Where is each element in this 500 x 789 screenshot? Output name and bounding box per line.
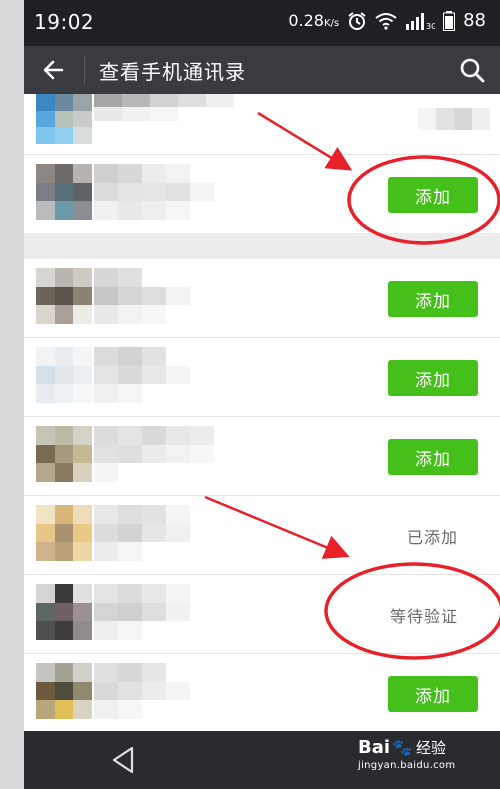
network-speed-value: 0.28 [288,11,324,30]
network-speed: 0.28K/s [288,11,339,30]
status-bar: 19:02 0.28K/s 3G 88 [24,0,500,46]
status-icons: 0.28K/s 3G 88 [288,10,486,31]
contact-name-blurred [94,663,214,719]
added-status: 已添加 [406,528,458,547]
network-type: 3G [426,22,435,30]
add-contact-button[interactable]: 添加 [388,676,478,712]
contact-list: 添加 添加 添加 添加 已添加 等待验证 添加 [24,94,500,733]
contact-avatar [36,584,92,640]
contact-row[interactable]: 添加 [24,417,500,496]
contact-row[interactable]: 添加 [24,338,500,417]
arrow-left-icon[interactable] [40,56,68,84]
add-contact-button[interactable]: 添加 [388,360,478,396]
contact-avatar [36,426,92,482]
add-contact-button[interactable]: 添加 [388,177,478,213]
contact-row[interactable]: 添加 [24,259,500,338]
contact-avatar [36,268,92,324]
list-section-gap [24,233,500,259]
watermark-brand: Bai [358,737,391,758]
contact-name-blurred [94,268,214,324]
toolbar-divider [84,56,85,84]
contact-row[interactable]: 已添加 [24,496,500,575]
add-contact-button[interactable]: 添加 [388,281,478,317]
contact-avatar [36,505,92,561]
phone-screen: 19:02 0.28K/s 3G 88 查看手机通讯录 添加 添加 添加 添加 … [24,0,500,789]
pending-verification-status: 等待验证 [389,607,458,626]
add-contact-button[interactable]: 添加 [388,439,478,475]
contact-name-blurred [94,164,214,220]
contact-avatar [36,347,92,403]
triangle-back-icon[interactable] [110,745,136,775]
battery-level: 88 [463,10,486,31]
battery-icon [443,10,456,31]
contact-row[interactable]: 添加 [24,155,500,233]
search-icon[interactable] [458,56,486,84]
contact-row[interactable]: 等待验证 [24,575,500,654]
contact-name-blurred [94,426,214,482]
contact-avatar [36,94,92,144]
contact-row[interactable] [24,94,500,155]
signal-icon: 3G [406,12,435,30]
contact-row[interactable]: 添加 [24,654,500,733]
watermark-logo: Bai 🐾 经验 [358,737,468,758]
contact-name-blurred [94,584,214,640]
baidu-jingyan-watermark: Bai 🐾 经验 jingyan.baidu.com [358,737,468,785]
contact-name-blurred [94,347,214,403]
watermark-url: jingyan.baidu.com [358,760,456,771]
contact-avatar [36,164,92,220]
alarm-clock-icon [348,11,366,30]
page-title: 查看手机通讯录 [99,60,246,84]
status-time: 19:02 [34,10,95,34]
contact-avatar [36,663,92,719]
wifi-icon [375,12,397,30]
network-speed-unit: K/s [323,18,340,29]
contact-status-blurred [418,108,490,130]
watermark-brand-suffix: 经验 [415,739,446,757]
contact-name-blurred [94,94,234,134]
contact-name-blurred [94,505,214,561]
app-toolbar: 查看手机通讯录 [24,46,500,94]
baidu-paw-icon: 🐾 [392,738,412,757]
